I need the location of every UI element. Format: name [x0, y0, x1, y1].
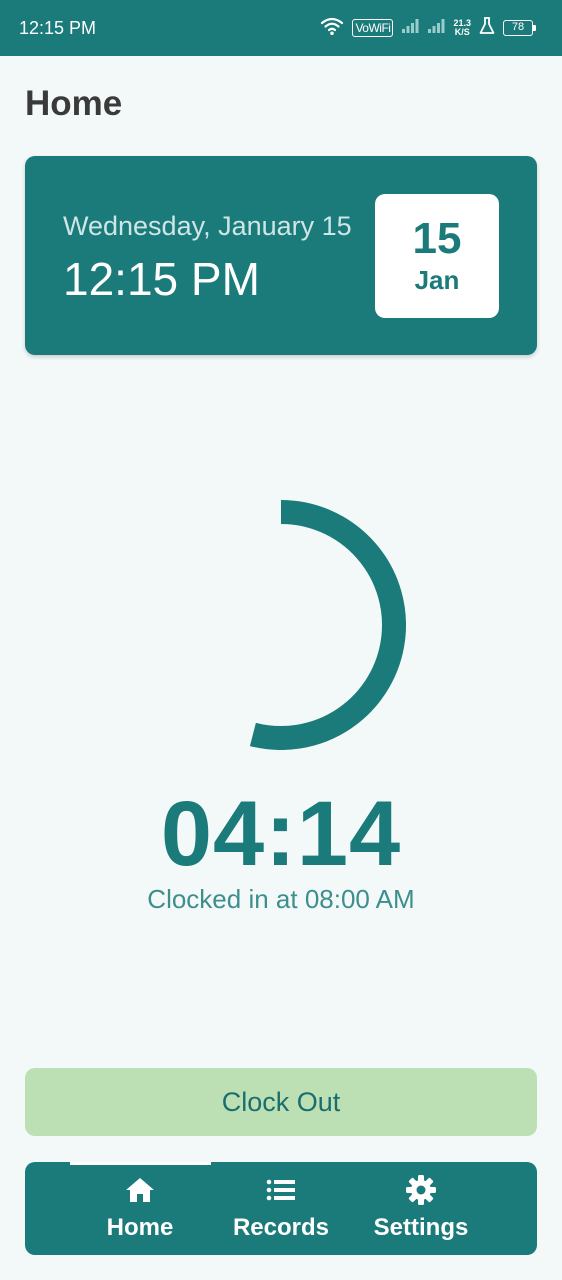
nav-label-records: Records [232, 1214, 330, 1241]
vowifi-badge: VoWiFi [352, 19, 394, 37]
signal-icon [401, 18, 419, 39]
battery-level: 78 [503, 20, 533, 36]
net-speed: 21.3 K/S [453, 19, 471, 37]
clock-out-button[interactable]: Clock Out [25, 1068, 537, 1136]
signal-icon [427, 18, 445, 39]
lab-icon [479, 16, 495, 40]
status-time: 12:15 PM [19, 17, 97, 38]
battery-icon: 78 [503, 20, 536, 36]
nav-item-records[interactable]: Records [211, 1174, 351, 1246]
date-badge: 15 Jan [375, 194, 499, 318]
current-time: 12:15 PM [63, 253, 260, 305]
home-icon [124, 1174, 156, 1206]
net-speed-unit: K/S [454, 27, 470, 37]
nav-label-home: Home [106, 1214, 174, 1241]
status-icons: VoWiFi 21.3 K/S 78 [320, 16, 536, 40]
progress-arc [249, 500, 406, 750]
date-card: Wednesday, January 15 12:15 PM 15 Jan [25, 156, 537, 355]
bottom-nav: Home Records Settings [25, 1162, 537, 1255]
nav-item-home[interactable]: Home [70, 1174, 210, 1246]
wifi-icon [320, 16, 344, 41]
status-bar: 12:15 PM VoWiFi 21.3 K/S 78 [0, 0, 562, 56]
nav-item-settings[interactable]: Settings [351, 1174, 491, 1246]
list-icon [265, 1174, 297, 1206]
gear-icon [405, 1174, 437, 1206]
badge-month: Jan [414, 265, 460, 295]
current-date: Wednesday, January 15 [63, 211, 352, 241]
nav-label-settings: Settings [373, 1214, 469, 1241]
progress-ring [249, 500, 406, 750]
page-title: Home [25, 84, 123, 123]
active-tab-indicator [70, 1162, 211, 1165]
clocked-in-text: Clocked in at 08:00 AM [147, 884, 415, 914]
elapsed-time: 04:14 [160, 783, 402, 885]
badge-day: 15 [412, 214, 462, 263]
